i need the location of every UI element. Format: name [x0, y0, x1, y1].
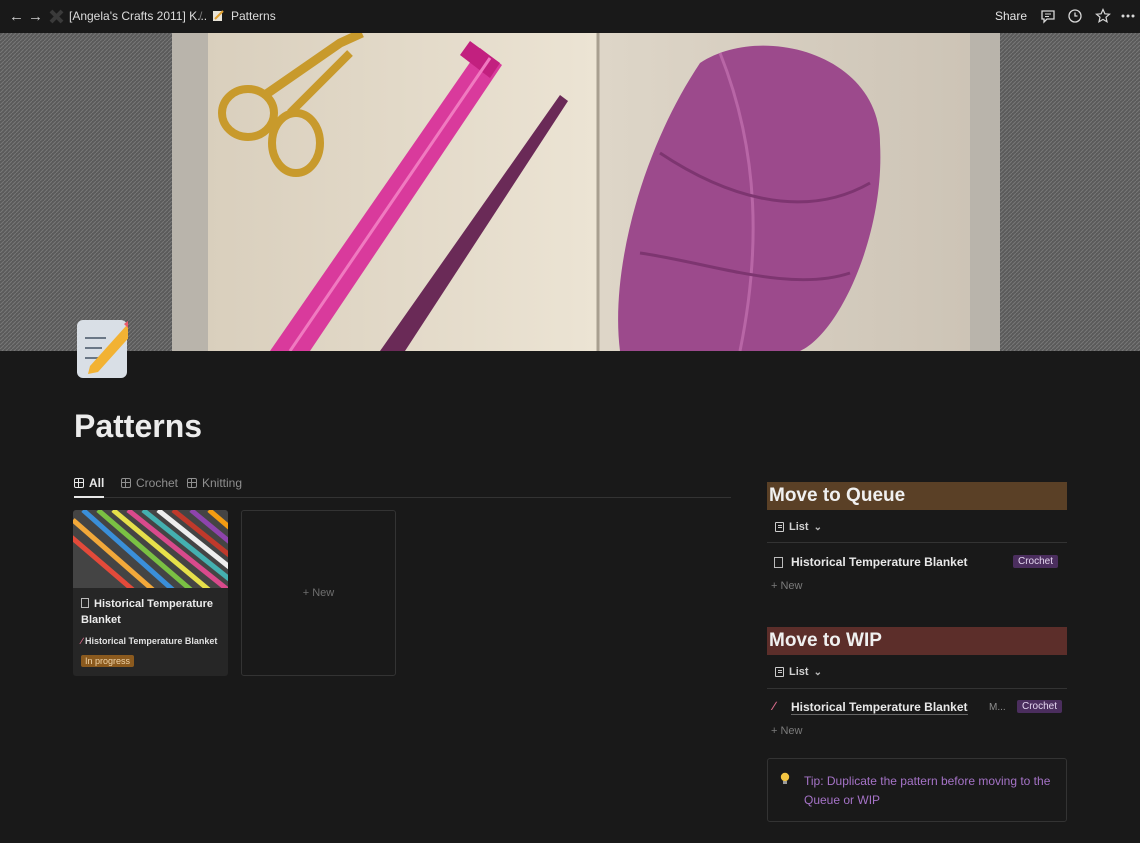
tip-callout: Tip: Duplicate the pattern before moving…: [767, 758, 1067, 822]
breadcrumb-workspace[interactable]: [Angela's Crafts 2011] K...: [69, 0, 207, 33]
document-icon: [774, 557, 783, 568]
gallery-icon: [74, 478, 84, 488]
tab-knitting[interactable]: Knitting: [187, 470, 242, 496]
more-options-icon[interactable]: [1120, 8, 1136, 24]
queue-heading: Move to Queue: [767, 482, 1067, 510]
queue-item-tag: Crochet: [1013, 555, 1059, 568]
workspace-icon: [49, 9, 64, 24]
queue-new-button[interactable]: + New: [771, 580, 803, 592]
chevron-down-icon: ⌄: [813, 521, 822, 533]
queue-item-title[interactable]: Historical Temperature Blanket: [791, 555, 968, 569]
divider: [767, 542, 1067, 543]
list-icon: [775, 522, 784, 532]
status-badge: In progress: [81, 655, 135, 667]
hook-icon: ∕: [81, 636, 83, 646]
queue-view-button[interactable]: List ⌄: [775, 521, 822, 533]
page-title: Patterns: [74, 408, 203, 444]
back-arrow-icon[interactable]: ←: [9, 0, 24, 33]
chevron-down-icon: ⌄: [813, 666, 822, 678]
history-clock-icon[interactable]: [1067, 8, 1083, 24]
forward-arrow-icon[interactable]: →: [28, 0, 43, 33]
gallery-icon: [121, 478, 131, 488]
relation-label: Historical Temperature Blanket: [85, 636, 218, 646]
list-icon: [775, 667, 784, 677]
lightbulb-icon: [780, 772, 790, 784]
card-relation[interactable]: ∕ Historical Temperature Blanket: [81, 636, 217, 646]
gallery-card[interactable]: Historical Temperature Blanket ∕ Histori…: [73, 510, 228, 676]
callout-text: Tip: Duplicate the pattern before moving…: [804, 774, 1051, 807]
share-button[interactable]: Share: [995, 0, 1027, 33]
wip-new-button[interactable]: + New: [771, 725, 803, 737]
cover-image[interactable]: [0, 33, 1140, 351]
view-label: List: [789, 666, 809, 678]
card-title: Historical Temperature Blanket: [81, 598, 214, 626]
wip-item-tag: Crochet: [1017, 700, 1063, 713]
hook-icon: ∕: [773, 699, 776, 713]
new-card-label: + New: [302, 587, 335, 599]
gallery-icon: [187, 478, 197, 488]
page-memo-icon[interactable]: [76, 318, 128, 380]
wip-heading: Move to WIP: [767, 627, 1067, 655]
favorite-star-icon[interactable]: [1095, 8, 1111, 24]
document-icon: [81, 598, 89, 608]
memo-icon: [213, 10, 224, 21]
view-tabs: All Crochet Knitting: [74, 470, 731, 498]
new-card-button[interactable]: + New: [241, 510, 396, 676]
card-cover-image: [73, 510, 228, 592]
tab-label: All: [89, 476, 105, 490]
breadcrumb-page[interactable]: Patterns: [231, 0, 276, 33]
wip-item-extra: M...: [989, 702, 1006, 713]
wip-view-button[interactable]: List ⌄: [775, 666, 822, 678]
top-bar: ← → [Angela's Crafts 2011] K... / Patter…: [0, 0, 1140, 33]
tab-all[interactable]: All: [74, 470, 105, 498]
divider: [767, 688, 1067, 689]
tab-label: Knitting: [202, 476, 243, 490]
tab-label: Crochet: [136, 476, 179, 490]
wip-item-title[interactable]: Historical Temperature Blanket: [791, 700, 968, 715]
comment-icon[interactable]: [1040, 8, 1056, 24]
tab-crochet[interactable]: Crochet: [121, 470, 178, 496]
breadcrumb-separator: /: [199, 9, 203, 23]
view-label: List: [789, 521, 809, 533]
